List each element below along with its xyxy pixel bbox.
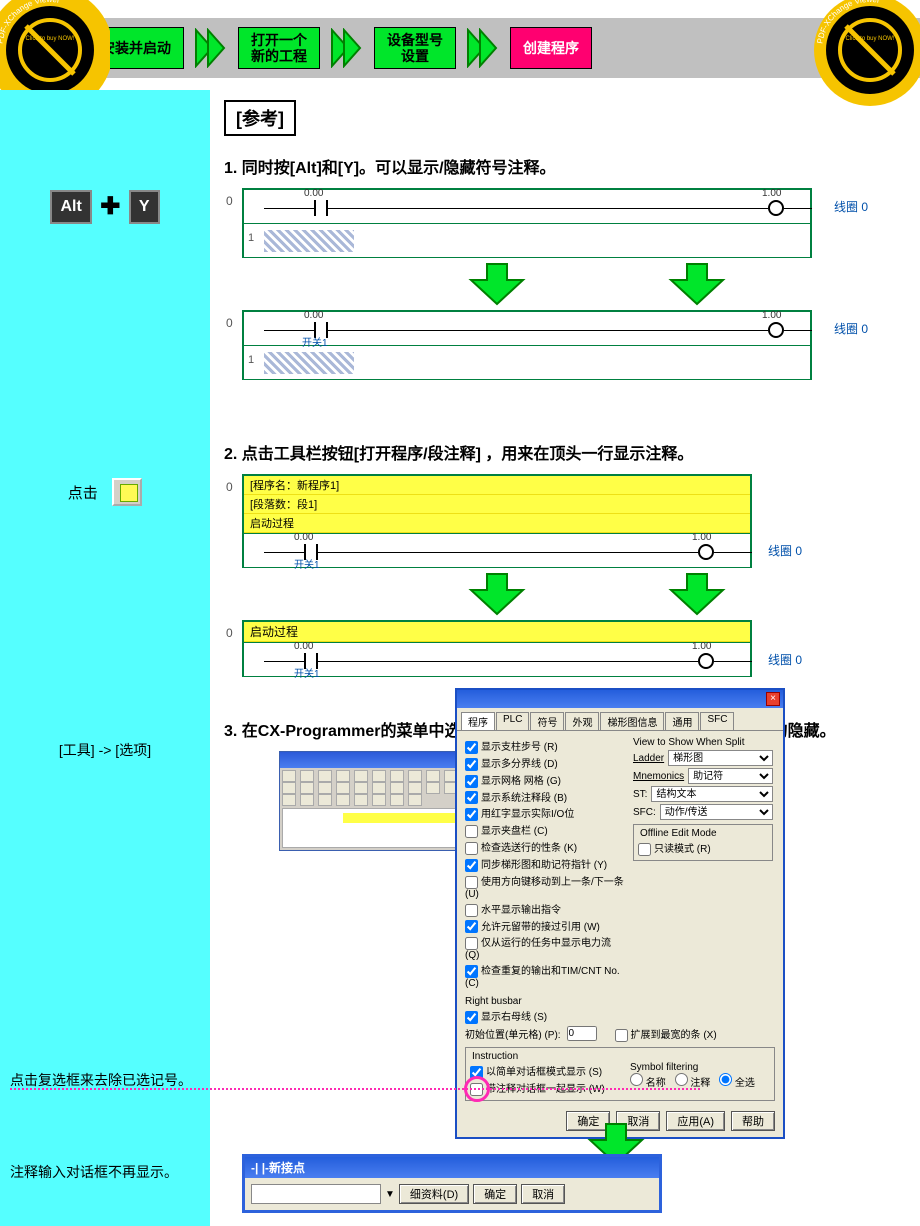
detail-button[interactable]: 细资料(D) xyxy=(399,1184,469,1204)
chk-red-io[interactable]: 用红字显示实际I/O位 xyxy=(465,805,625,821)
close-icon[interactable]: × xyxy=(766,692,780,706)
contact-address-input[interactable] xyxy=(251,1184,381,1204)
coil-label: 线圈 0 xyxy=(834,320,868,337)
view-split-title: View to Show When Split xyxy=(633,737,773,748)
tab-symbol[interactable]: 符号 xyxy=(530,712,564,730)
chk-sys-comment[interactable]: 显示系统注释段 (B) xyxy=(465,789,625,805)
chk-multi-divider[interactable]: 显示多分界线 (D) xyxy=(465,755,625,771)
chk-clamp[interactable]: 显示夹盘栏 (C) xyxy=(465,822,625,838)
coil-label: 线圈 0 xyxy=(834,198,868,215)
breadcrumb-bar: 安装并启动 打开一个 新的工程 设备型号 设置 创建程序 xyxy=(0,18,920,78)
click-label: 点击 xyxy=(68,485,98,502)
select-sfc[interactable]: 动作/传送 xyxy=(660,804,773,820)
toolbar-comment-icon[interactable] xyxy=(112,478,142,506)
radio-all[interactable]: 全选 xyxy=(719,1078,755,1089)
ok-button[interactable]: 确定 xyxy=(473,1184,517,1204)
chk-grid[interactable]: 显示网格 网格 (G) xyxy=(465,772,625,788)
tab-general[interactable]: 通用 xyxy=(665,712,699,730)
menu-path-hint: [工具] -> [选项] xyxy=(0,740,210,760)
chk-simple-dialog[interactable]: 以简单对话框模式显示 (S) xyxy=(470,1063,620,1079)
svg-text:Click to buy NOW!: Click to buy NOW! xyxy=(25,36,74,42)
offline-edit-group: Offline Edit Mode 只读模式 (R) xyxy=(633,824,773,861)
new-contact-dialog[interactable]: -| |-新接点 ▼ 细资料(D) 确定 取消 xyxy=(242,1154,662,1213)
pointer-line xyxy=(10,1088,700,1090)
step-device[interactable]: 设备型号 设置 xyxy=(374,27,456,69)
click-hint: 点击 xyxy=(0,478,210,506)
tab-sfc[interactable]: SFC xyxy=(700,712,734,730)
tab-appearance[interactable]: 外观 xyxy=(565,712,599,730)
chevron-icon xyxy=(194,28,228,68)
chk-hor-output[interactable]: 水平显示输出指令 xyxy=(465,901,625,917)
chk-show-rightbus[interactable]: 显示右母线 (S) xyxy=(465,1008,775,1024)
chk-dup-check[interactable]: 检查重复的输出和TIM/CNT No. (C) xyxy=(465,962,625,989)
select-ladder[interactable]: 梯形图 xyxy=(668,750,773,766)
step-open-project[interactable]: 打开一个 新的工程 xyxy=(238,27,320,69)
checkbox-list: 显示支柱步号 (R) 显示多分界线 (D) 显示网格 网格 (G) 显示系统注释… xyxy=(465,737,625,990)
instruction-group: Instruction 以简单对话框模式显示 (S) 带注释对话框一起显示 (W… xyxy=(465,1047,775,1101)
chevron-icon xyxy=(330,28,364,68)
arrow-down-icon xyxy=(667,262,727,306)
chk-check-send[interactable]: 检查选送行的性条 (K) xyxy=(465,839,625,855)
select-st[interactable]: 结构文本 xyxy=(651,786,773,802)
instruction-2: 2. 点击工具栏按钮[打开程序/段注释] ，用来在顶头一行显示注释。 xyxy=(224,440,902,464)
new-contact-title: -| |-新接点 xyxy=(245,1157,659,1178)
chk-readonly[interactable]: 只读模式 (R) xyxy=(638,840,768,856)
chk-rung-step[interactable]: 显示支柱步号 (R) xyxy=(465,738,625,754)
plus-icon: ✚ xyxy=(100,193,120,220)
symbol-filter-title: Symbol filtering xyxy=(630,1062,755,1073)
instruction-1: 1. 同时按[Alt]和[Y]。可以显示/隐藏符号注释。 xyxy=(224,154,902,178)
apply-button[interactable]: 应用(A) xyxy=(666,1111,725,1131)
select-mnemonics[interactable]: 助记符 xyxy=(688,768,773,784)
arrow-down-icon xyxy=(467,262,527,306)
cancel-button[interactable]: 取消 xyxy=(521,1184,565,1204)
checkbox-tip: 点击复选框来去除已选记号。 xyxy=(0,1070,210,1090)
chk-sync-cursor[interactable]: 同步梯形图和助记符指针 (Y) xyxy=(465,856,625,872)
key-y: Y xyxy=(129,190,160,224)
ladder-diagram-1: 0 0.00 1.00 线圈 0 1 0 0.00 xyxy=(242,188,902,380)
arrow-down-icon xyxy=(667,572,727,616)
arrow-down-icon xyxy=(467,572,527,616)
result-tip: 注释输入对话框不再显示。 xyxy=(0,1162,210,1182)
chk-allow-empty-ref[interactable]: 允许元留带的接过引用 (W) xyxy=(465,918,625,934)
chk-expand-widest[interactable]: 扩展到最宽的条 (X) xyxy=(615,1026,717,1042)
input-init-pos[interactable] xyxy=(567,1026,597,1041)
chk-running-only[interactable]: 仅从运行的任务中显示电力流 (Q) xyxy=(465,934,625,961)
tab-program[interactable]: 程序 xyxy=(461,712,495,730)
svg-text:Click to buy NOW!: Click to buy NOW! xyxy=(845,36,894,42)
right-busbar-title: Right busbar xyxy=(465,996,775,1007)
reference-title: [参考] xyxy=(224,100,296,136)
key-alt: Alt xyxy=(50,190,91,224)
chk-arrow-nav[interactable]: 使用方向键移动到上一条/下一条 (U) xyxy=(465,873,625,900)
ladder-diagram-2: 0 [程序名：新程序1] [段落数：段1] 启动过程 0.00 开关1 1.00… xyxy=(242,474,902,677)
tab-ladder-info[interactable]: 梯形图信息 xyxy=(600,712,664,730)
tab-plc[interactable]: PLC xyxy=(496,712,529,730)
sidebar: Alt ✚ Y 点击 [工具] -> [选项] 点击复选框来去除已选记号。 注释… xyxy=(0,90,210,1226)
hotkey-hint: Alt ✚ Y xyxy=(0,190,210,224)
options-dialog[interactable]: × 程序 PLC 符号 外观 梯形图信息 通用 SFC 显示支柱步号 (R) 显… xyxy=(455,688,785,1139)
dialog-titlebar: × xyxy=(457,690,783,708)
dialog-tabs[interactable]: 程序 PLC 符号 外观 梯形图信息 通用 SFC xyxy=(457,708,783,731)
help-button[interactable]: 帮助 xyxy=(731,1111,775,1131)
step-create-program[interactable]: 创建程序 xyxy=(510,27,592,69)
chevron-icon xyxy=(466,28,500,68)
